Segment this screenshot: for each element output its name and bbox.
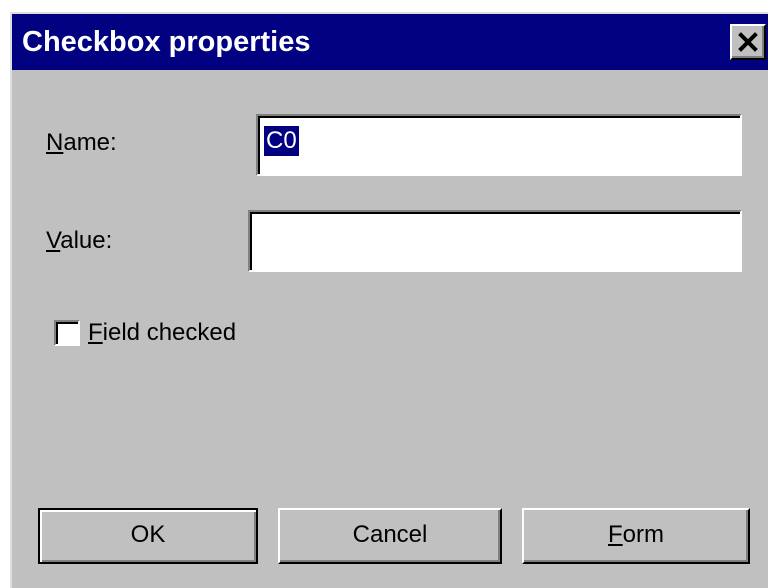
field-checked-label[interactable]: Field checked (88, 318, 236, 348)
field-checked-label-text: ield checked (102, 319, 237, 346)
dialog-title: Checkbox properties (22, 26, 311, 58)
close-icon (738, 32, 758, 52)
value-label-mnemonic: V (46, 227, 61, 254)
ok-button[interactable]: OK (38, 508, 258, 564)
name-label: Name: (46, 128, 117, 158)
cancel-button[interactable]: Cancel (278, 508, 502, 564)
form-button-mnemonic: F (607, 521, 623, 548)
name-input[interactable]: C0 (256, 114, 742, 176)
name-label-text: ame: (63, 129, 117, 156)
checkbox-properties-dialog: Checkbox properties Name: C0 Value: Fiel… (10, 12, 768, 588)
name-label-mnemonic: N (46, 129, 64, 156)
value-input[interactable] (248, 210, 742, 272)
name-input-value: C0 (264, 126, 299, 156)
field-checked-label-mnemonic: F (88, 319, 103, 346)
cancel-button-label: Cancel (352, 521, 428, 548)
form-button[interactable]: Form (522, 508, 750, 564)
close-button[interactable] (730, 24, 766, 60)
ok-button-label: OK (130, 521, 166, 548)
form-button-label: orm (622, 521, 664, 548)
title-bar[interactable]: Checkbox properties (12, 14, 768, 70)
value-label-text: alue: (60, 227, 113, 254)
value-label: Value: (46, 226, 112, 256)
field-checked-checkbox[interactable] (54, 320, 80, 346)
